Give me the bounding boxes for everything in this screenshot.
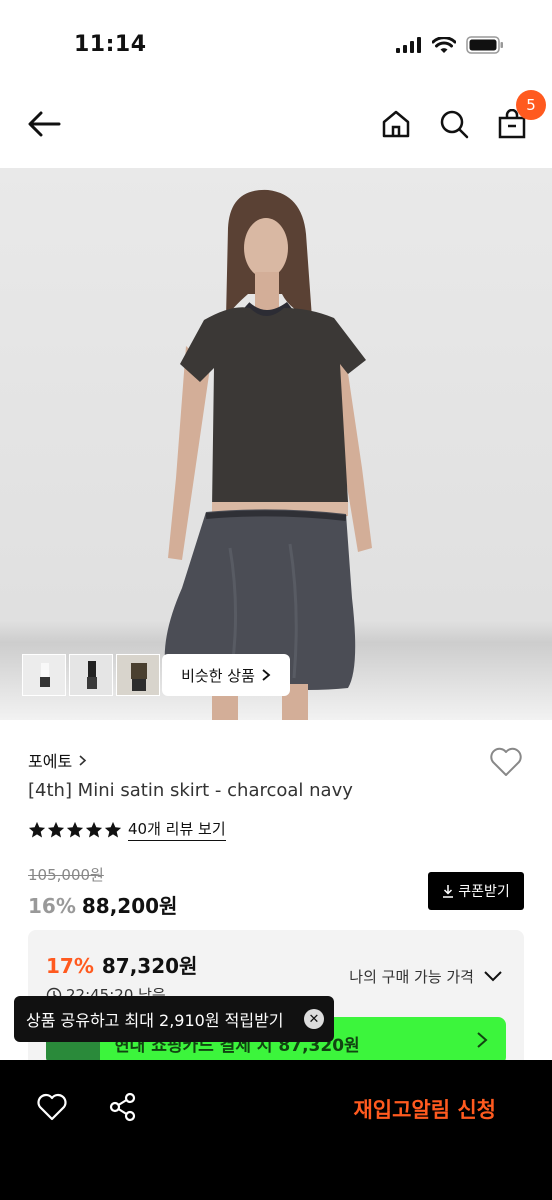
benefit-price: 87,320원 [101, 954, 198, 978]
share-icon [109, 1092, 136, 1122]
review-link[interactable]: 40개 리뷰 보기 [128, 818, 226, 841]
thumbnail-image [23, 655, 65, 695]
chevron-down-icon [484, 971, 502, 982]
star-icon [104, 821, 122, 837]
chevron-right-icon [79, 754, 87, 766]
product-title: [4th] Mini satin skirt - charcoal navy [28, 780, 353, 801]
product-page: 11:14 5 비슷한 상품 포에토 [4th] Mini satin skir… [0, 0, 552, 1200]
thumbnail-3[interactable] [116, 654, 160, 696]
heart-outline-icon [37, 1093, 67, 1121]
share-reward-toast[interactable]: 상품 공유하고 최대 2,910원 적립받기 ✕ [14, 996, 334, 1042]
sale-price: 88,200원 [81, 894, 178, 918]
download-icon [443, 885, 454, 898]
search-button[interactable] [434, 104, 474, 144]
battery-icon [466, 36, 503, 54]
chevron-right-icon [477, 1032, 488, 1048]
wishlist-button[interactable] [488, 744, 524, 780]
benefit-discount: 17% [46, 954, 94, 978]
brand-link[interactable]: 포에토 [28, 748, 87, 772]
my-price-toggle[interactable]: 나의 구매 가능 가격 [349, 966, 502, 987]
coupon-button[interactable]: 쿠폰받기 [428, 872, 524, 910]
star-icon [28, 821, 46, 837]
restock-alert-button[interactable]: 재입고알림 신청 [353, 1094, 496, 1124]
thumbnail-image [117, 655, 159, 695]
benefit-price-row: 17% 87,320원 [46, 950, 197, 979]
thumbnail-2[interactable] [69, 654, 113, 696]
brand-name: 포에토 [28, 752, 73, 771]
discount-rate: 16% [28, 894, 76, 918]
star-icon [47, 821, 65, 837]
toast-close-button[interactable]: ✕ [304, 1009, 324, 1029]
product-image[interactable]: 비슷한 상품 [0, 168, 552, 720]
star-icon [85, 821, 103, 837]
status-bar: 11:14 [0, 0, 552, 90]
toast-text: 상품 공유하고 최대 2,910원 적립받기 [26, 1011, 284, 1030]
back-arrow-icon [28, 111, 61, 137]
similar-products-label: 비슷한 상품 [181, 666, 255, 685]
cart-button[interactable]: 5 [492, 90, 546, 144]
chevron-right-icon [262, 669, 271, 681]
wifi-icon [432, 36, 456, 53]
similar-products-button[interactable]: 비슷한 상품 [162, 654, 290, 696]
my-price-label: 나의 구매 가능 가격 [349, 968, 474, 986]
star-icon [66, 821, 84, 837]
top-nav: 5 [0, 90, 552, 158]
thumbnail-1[interactable] [22, 654, 66, 696]
bottom-action-bar: 재입고알림 신청 [0, 1060, 552, 1200]
back-button[interactable] [24, 104, 64, 144]
original-price: 105,000원 [28, 866, 104, 884]
rating-row: 40개 리뷰 보기 [28, 818, 226, 841]
home-icon [382, 110, 410, 138]
home-button[interactable] [376, 104, 416, 144]
coupon-label: 쿠폰받기 [458, 884, 510, 900]
model-photo [0, 168, 552, 720]
thumbnail-strip [22, 654, 160, 696]
thumbnail-image [70, 655, 112, 695]
share-button[interactable] [108, 1092, 138, 1126]
status-icons [396, 36, 504, 54]
heart-outline-icon [490, 747, 522, 776]
status-time: 11:14 [74, 32, 147, 57]
cart-count-badge: 5 [516, 90, 546, 120]
signal-icon [396, 37, 421, 53]
star-rating [28, 821, 122, 839]
search-icon [440, 110, 469, 139]
price-row: 16% 88,200원 [28, 890, 177, 919]
bottom-wishlist-button[interactable] [36, 1092, 68, 1126]
